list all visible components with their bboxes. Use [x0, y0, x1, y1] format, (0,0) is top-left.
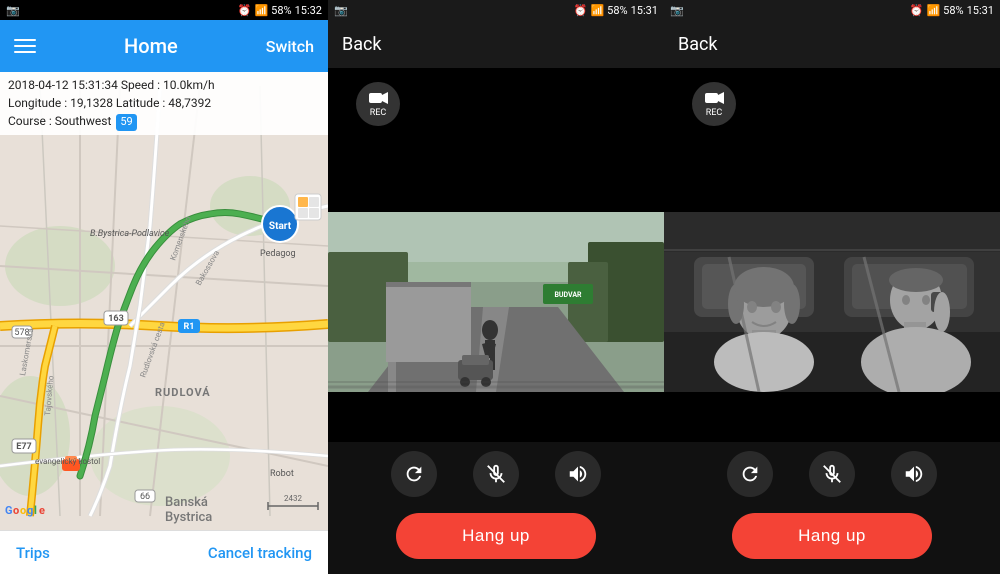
rec-button-2[interactable]: REC [692, 82, 736, 126]
info-line2: Longitude : 19,1328 Latitude : 48,7392 [8, 94, 320, 112]
gps-info-bar: 2018-04-12 15:31:34 Speed : 10.0km/h Lon… [0, 72, 328, 135]
rec-area-2: REC [664, 68, 1000, 140]
svg-text:G: G [5, 504, 13, 517]
map-area[interactable]: Start R1 163 E77 66 578 B.Bystrica-Podla… [0, 72, 328, 530]
svg-text:Pedagog: Pedagog [260, 249, 296, 259]
rec-button-1[interactable]: REC [356, 82, 400, 126]
back-button-2[interactable]: Back [678, 34, 718, 55]
svg-text:Robot: Robot [270, 469, 294, 479]
cancel-tracking-button[interactable]: Cancel tracking [208, 544, 312, 562]
video-top-bar-1: Back [328, 20, 664, 68]
status-icons-3: ⏰ 📶 58% 15:31 [910, 4, 994, 17]
time-display-3: 15:31 [967, 4, 994, 17]
svg-text:BUDVAR: BUDVAR [554, 291, 582, 299]
battery-text: 58% [271, 4, 291, 17]
info-line1: 2018-04-12 15:31:34 Speed : 10.0km/h [8, 76, 320, 94]
refresh-button-1[interactable] [391, 451, 437, 497]
battery-text-3: 58% [943, 4, 963, 17]
svg-text:E77: E77 [16, 442, 31, 452]
hangup-button-1[interactable]: Hang up [396, 513, 596, 559]
svg-text:Start: Start [269, 221, 292, 232]
status-bar-video1: 📷 ⏰ 📶 58% 15:31 [328, 0, 664, 20]
mic-button-1[interactable] [473, 451, 519, 497]
time-display-2: 15:31 [631, 4, 658, 17]
svg-text:163: 163 [108, 314, 124, 324]
black-bottom-2 [664, 392, 1000, 442]
hangup-row-2: Hang up [664, 506, 1000, 574]
controls-row-1 [328, 442, 664, 506]
hamburger-menu[interactable] [14, 39, 36, 53]
mic-button-2[interactable] [809, 451, 855, 497]
svg-text:l: l [34, 504, 37, 517]
dashcam-feed: BUDVAR [328, 212, 664, 392]
video-panel-dashcam: 📷 ⏰ 📶 58% 15:31 Back REC [328, 0, 664, 574]
speaker-button-2[interactable] [891, 451, 937, 497]
video-top-bar-2: Back [664, 20, 1000, 68]
info-line3: Course : Southwest 59 [8, 112, 320, 131]
black-top-1 [328, 140, 664, 212]
camera-icon-2: 📷 [334, 4, 348, 17]
controls-row-2 [664, 442, 1000, 506]
interior-svg [664, 212, 1000, 392]
status-bar-right: ⏰ 📶 58% 15:32 [238, 4, 322, 17]
rec-label-1: REC [370, 108, 387, 118]
battery-text-2: 58% [607, 4, 627, 17]
svg-text:RUDLOVÁ: RUDLOVÁ [155, 386, 211, 399]
wifi-icon-3: 📶 [926, 4, 940, 17]
bottom-nav-bar: Trips Cancel tracking [0, 530, 328, 574]
speed-badge: 59 [116, 114, 136, 131]
speaker-button-1[interactable] [555, 451, 601, 497]
black-top-2 [664, 140, 1000, 212]
map-panel: 📷 ⏰ 📶 58% 15:32 Home Switch 2018-04-12 1… [0, 0, 328, 574]
map-svg: Start R1 163 E77 66 578 B.Bystrica-Podla… [0, 72, 328, 530]
rec-label-2: REC [706, 108, 723, 118]
wifi-icon: 📶 [254, 4, 268, 17]
rec-area-1: REC [328, 68, 664, 140]
svg-text:evangelický kostol: evangelický kostol [35, 457, 100, 466]
switch-button[interactable]: Switch [266, 37, 314, 56]
status-bar-left: 📷 [6, 4, 20, 17]
camera-icon: 📷 [6, 4, 20, 17]
svg-text:R1: R1 [184, 322, 195, 332]
svg-text:Banská: Banská [165, 495, 208, 510]
refresh-button-2[interactable] [727, 451, 773, 497]
svg-text:g: g [27, 504, 33, 517]
svg-text:B.Bystrica-Podlavice: B.Bystrica-Podlavice [90, 229, 170, 239]
svg-text:66: 66 [140, 492, 150, 502]
svg-text:2432: 2432 [284, 494, 302, 503]
dashcam-svg: BUDVAR [328, 212, 664, 392]
wifi-icon-2: 📶 [590, 4, 604, 17]
app-title: Home [124, 34, 178, 58]
status-bar-map: 📷 ⏰ 📶 58% 15:32 [0, 0, 328, 20]
rec-icon-2: REC [704, 90, 724, 118]
hangup-button-2[interactable]: Hang up [732, 513, 932, 559]
hangup-row-1: Hang up [328, 506, 664, 574]
alarm-icon-3: ⏰ [910, 4, 924, 17]
trips-button[interactable]: Trips [16, 544, 50, 562]
top-nav-bar: Home Switch [0, 20, 328, 72]
camera-icon-3: 📷 [670, 4, 684, 17]
svg-text:o: o [13, 504, 19, 517]
svg-text:e: e [39, 504, 45, 517]
status-bar-video2: 📷 ⏰ 📶 58% 15:31 [664, 0, 1000, 20]
svg-text:o: o [20, 504, 26, 517]
back-button-1[interactable]: Back [342, 34, 382, 55]
alarm-icon-2: ⏰ [574, 4, 588, 17]
interior-feed [664, 212, 1000, 392]
time-display: 15:32 [295, 4, 322, 17]
alarm-icon: ⏰ [238, 4, 252, 17]
video-panel-interior: 📷 ⏰ 📶 58% 15:31 Back REC [664, 0, 1000, 574]
black-bottom-1 [328, 392, 664, 442]
rec-icon-1: REC [368, 90, 388, 118]
status-icons-2: ⏰ 📶 58% 15:31 [574, 4, 658, 17]
svg-text:Bystrica: Bystrica [165, 510, 212, 525]
